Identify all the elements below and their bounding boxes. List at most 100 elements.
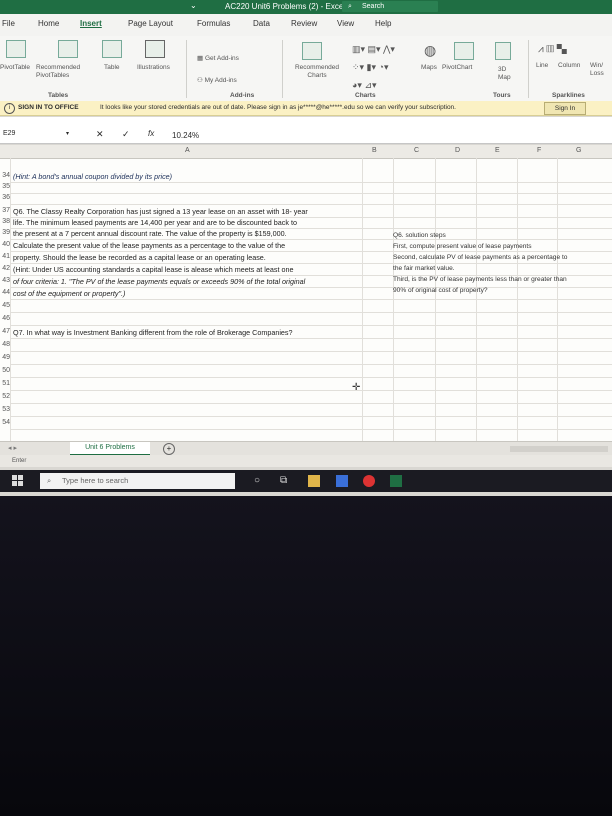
cell-a44[interactable]: cost of the equipment or property".) <box>13 289 125 298</box>
formula-input[interactable]: 10.24% <box>172 131 199 140</box>
solution-step-line[interactable]: the fair market value. <box>393 265 455 272</box>
tab-file[interactable]: File <box>2 19 15 28</box>
addins-icon: ⚇ <box>197 77 205 84</box>
solution-step-line[interactable]: 90% of original cost of property? <box>393 287 488 294</box>
column-header-c[interactable]: C <box>414 147 419 154</box>
recommended-charts-icon[interactable] <box>302 42 322 60</box>
column-header-g[interactable]: G <box>576 147 581 154</box>
insert-function-icon[interactable]: fx <box>148 129 154 138</box>
maps-icon[interactable]: ◍ <box>424 42 436 59</box>
tab-page-layout[interactable]: Page Layout <box>128 19 173 28</box>
sheet-tab-unit6[interactable]: Unit 6 Problems <box>70 442 150 456</box>
row-header[interactable]: 44 <box>0 289 10 296</box>
bar-chart-icon[interactable]: ▥▾ ▤▾ ⋀▾ <box>352 44 395 55</box>
tab-home[interactable]: Home <box>38 19 59 28</box>
get-addins-button[interactable]: ▦ Get Add-ins <box>197 54 239 62</box>
windows-start-icon[interactable] <box>12 475 24 487</box>
cortana-icon[interactable]: ○ <box>254 475 266 487</box>
title-search-box[interactable]: ⌕ Search <box>342 1 438 12</box>
task-view-icon[interactable]: ⧉ <box>280 475 292 487</box>
store-icon[interactable] <box>336 475 348 487</box>
row-header[interactable]: 48 <box>0 341 10 348</box>
row-header[interactable]: 41 <box>0 253 10 260</box>
column-headers: A B C D E F G <box>0 145 612 159</box>
cell-a47[interactable]: Q7. In what way is Investment Banking di… <box>13 328 293 337</box>
my-addins-button[interactable]: ⚇ My Add-ins <box>197 76 237 84</box>
row-header[interactable]: 37 <box>0 207 10 214</box>
scatter-chart-icon[interactable]: ⁘▾ ▮▾ ◔▾ <box>352 62 388 73</box>
taskbar-search-box[interactable]: ⌕ Type here to search <box>40 473 235 489</box>
tab-review[interactable]: Review <box>291 19 317 28</box>
row-header[interactable]: 54 <box>0 419 10 426</box>
solution-step-line[interactable]: Third, is the PV of lease payments less … <box>393 276 567 283</box>
row-header[interactable]: 51 <box>0 380 10 387</box>
cell-a41[interactable]: property. Should the lease be recorded a… <box>13 253 266 262</box>
row-header[interactable]: 47 <box>0 328 10 335</box>
group-tables-label: Tables <box>48 92 69 99</box>
row-header[interactable]: 42 <box>0 265 10 272</box>
row-header[interactable]: 34 <box>0 172 10 179</box>
column-header-e[interactable]: E <box>495 147 500 154</box>
row-header[interactable]: 45 <box>0 302 10 309</box>
pie-chart-icon[interactable]: ◕▾ ⊿▾ <box>352 80 377 91</box>
row-header[interactable]: 40 <box>0 241 10 248</box>
recommended-pivottables-icon[interactable] <box>58 40 78 58</box>
row-gridline <box>10 429 612 430</box>
tab-data[interactable]: Data <box>253 19 270 28</box>
row-header[interactable]: 43 <box>0 277 10 284</box>
group-charts-label: Charts <box>355 92 376 99</box>
name-box-dropdown-icon[interactable]: ▾ <box>66 130 69 137</box>
sparkline-icons[interactable]: ⩘ ▥ ▚ <box>538 44 567 55</box>
column-header-d[interactable]: D <box>455 147 460 154</box>
tab-view[interactable]: View <box>337 19 354 28</box>
pivotchart-icon[interactable] <box>454 42 474 60</box>
column-header-a[interactable]: A <box>185 147 190 154</box>
row-header[interactable]: 53 <box>0 406 10 413</box>
tab-help[interactable]: Help <box>375 19 391 28</box>
row-header[interactable]: 39 <box>0 229 10 236</box>
cell-a42[interactable]: (Hint: Under US accounting standards a c… <box>13 265 293 274</box>
cell-a39[interactable]: the present at a 7 percent annual discou… <box>13 229 287 238</box>
file-explorer-icon[interactable] <box>308 475 320 487</box>
sheet-nav-icon[interactable]: ◂ ▸ <box>8 444 17 452</box>
windows-taskbar: ⌕ Type here to search ○ ⧉ <box>0 470 612 492</box>
worksheet-grid[interactable]: A B C D E F G 34 (Hint: A bond's annual … <box>0 145 612 441</box>
table-icon[interactable] <box>102 40 122 58</box>
row-header[interactable]: 38 <box>0 218 10 225</box>
name-box[interactable]: E29 <box>0 130 62 141</box>
tab-formulas[interactable]: Formulas <box>197 19 230 28</box>
add-sheet-icon[interactable]: + <box>163 443 175 455</box>
chrome-icon[interactable] <box>363 475 375 487</box>
horizontal-scrollbar[interactable] <box>510 446 608 452</box>
ribbon: PivotTable Recommended PivotTables Table… <box>0 36 612 102</box>
row-header[interactable]: 36 <box>0 194 10 201</box>
cell-a43[interactable]: of four criteria: 1. "The PV of the leas… <box>13 277 305 286</box>
row-header[interactable]: 52 <box>0 393 10 400</box>
row-header[interactable]: 46 <box>0 315 10 322</box>
solution-step-line[interactable]: First, compute present value of lease pa… <box>393 243 532 250</box>
cancel-icon[interactable]: ✕ <box>96 129 104 140</box>
cell-a40[interactable]: Calculate the present value of the lease… <box>13 241 285 250</box>
sign-in-button[interactable]: Sign In <box>544 102 586 115</box>
column-header-f[interactable]: F <box>537 147 541 154</box>
row-header[interactable]: 50 <box>0 367 10 374</box>
cell-a37[interactable]: Q6. The Classy Realty Corporation has ju… <box>13 207 308 216</box>
row-header[interactable]: 49 <box>0 354 10 361</box>
quick-access-toolbar[interactable]: ⌄ <box>190 1 197 10</box>
title-search-label: Search <box>362 3 385 10</box>
dark-background-area <box>0 496 612 816</box>
tab-insert[interactable]: Insert <box>80 19 102 28</box>
excel-icon[interactable] <box>390 475 402 487</box>
cell-a34[interactable]: (Hint: A bond's annual coupon divided by… <box>13 172 172 181</box>
solution-step-line[interactable]: Second, calculate PV of lease payments a… <box>393 254 567 261</box>
pivottable-icon[interactable] <box>6 40 26 58</box>
3d-map-icon[interactable] <box>495 42 511 60</box>
illustrations-icon[interactable] <box>145 40 165 58</box>
row-gridline <box>10 364 612 365</box>
recommended-charts-label: Recommended Charts <box>294 64 340 79</box>
solution-steps-title[interactable]: Q6. solution steps <box>393 232 446 239</box>
row-header[interactable]: 35 <box>0 183 10 190</box>
column-header-b[interactable]: B <box>372 147 377 154</box>
cell-a38[interactable]: life. The minimum leased payments are 14… <box>13 218 297 227</box>
enter-icon[interactable]: ✓ <box>122 129 130 140</box>
